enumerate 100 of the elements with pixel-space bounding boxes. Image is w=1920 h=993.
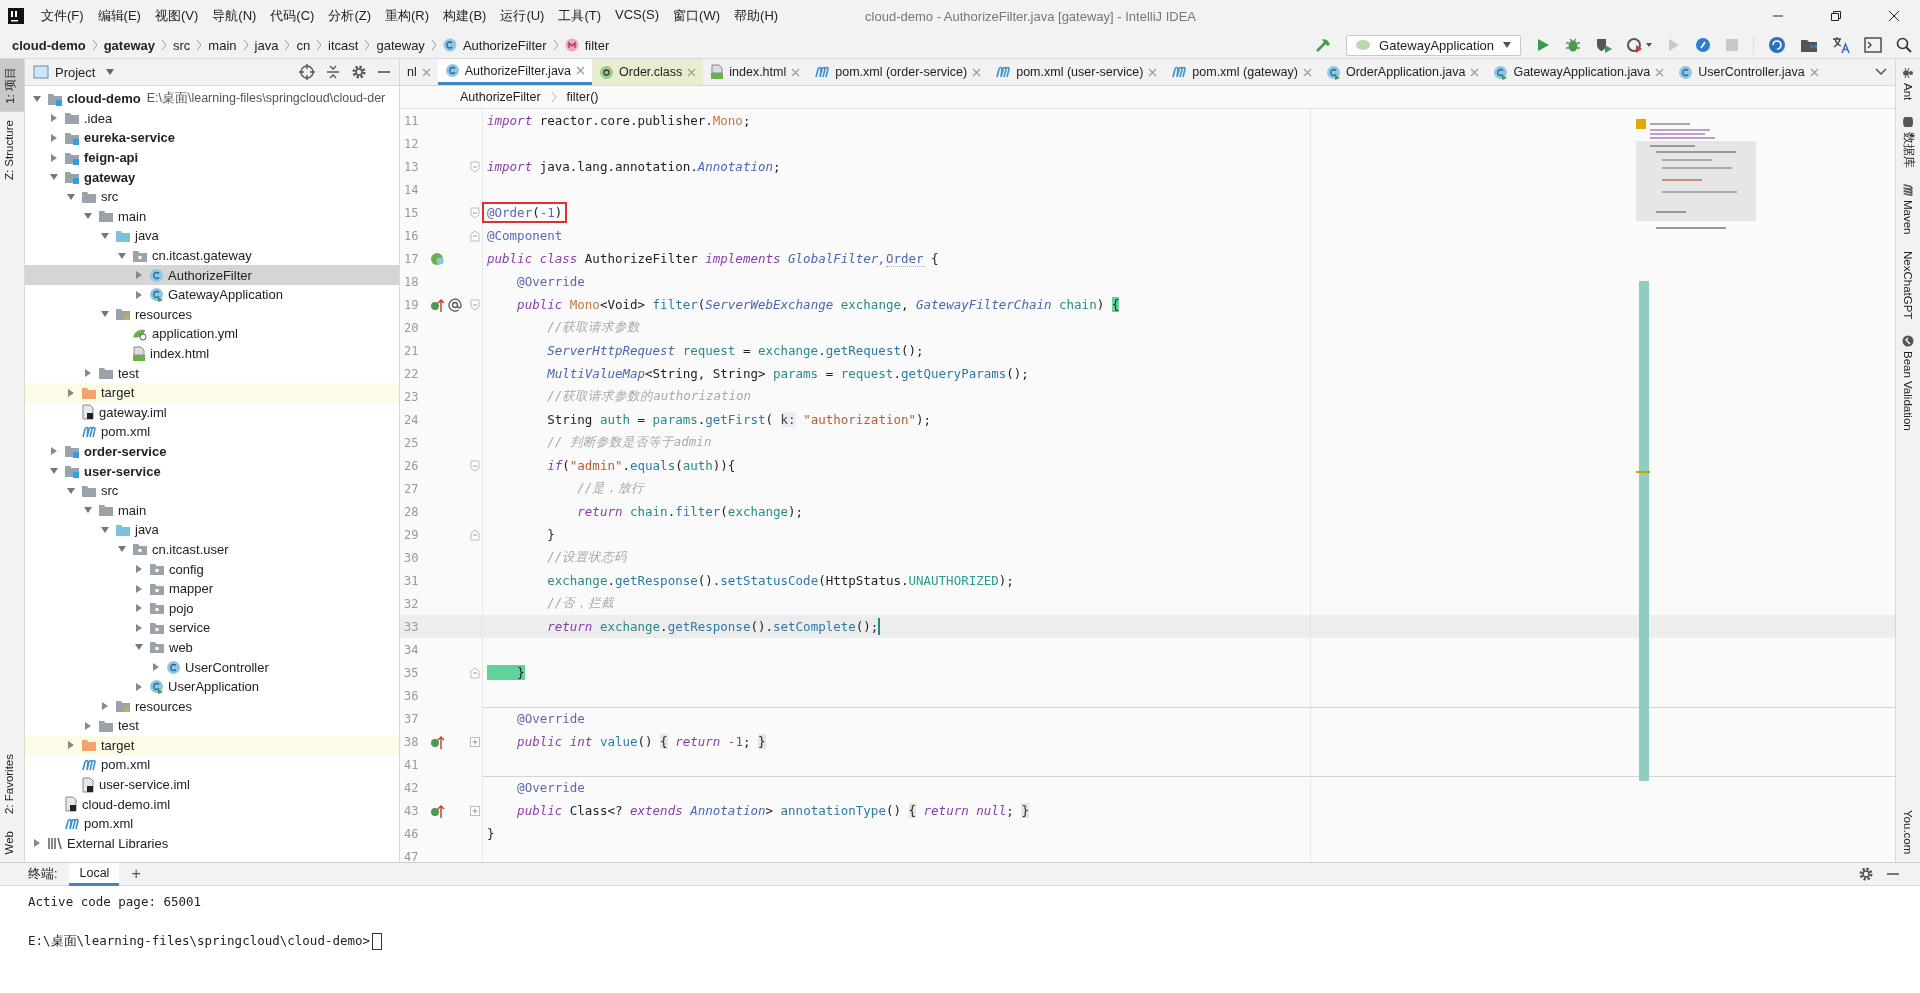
expanded-arrow-icon[interactable] [100,524,110,535]
editor-tab[interactable]: index.html [703,59,808,85]
tree-item[interactable]: eureka-service [25,128,399,148]
collapsed-arrow-icon[interactable] [83,368,93,379]
tree-item[interactable]: application.yml [25,324,399,344]
tree-item[interactable]: src [25,480,399,501]
tree-item[interactable]: cn.itcast.gateway [25,245,399,266]
tool-window-button[interactable]: Web [0,822,24,862]
terminal-tab[interactable]: Local [69,862,120,886]
hammer-icon[interactable] [1314,36,1333,54]
bug-icon[interactable] [1565,37,1581,53]
breadcrumb-item[interactable]: gateway [103,37,155,53]
fold-marker-icon[interactable] [470,160,480,173]
collapsed-arrow-icon[interactable] [134,681,144,692]
tree-item[interactable]: user-service [25,461,399,481]
menu-item[interactable]: 文件(F) [34,7,91,25]
tree-item[interactable]: cn.itcast.user [25,539,399,560]
tool-window-button[interactable]: Maven [1902,200,1914,235]
collapse-all-icon[interactable] [325,64,341,80]
tree-item[interactable]: feign-api [25,147,399,168]
tree-item[interactable]: test [25,363,399,383]
unfold-marker-icon[interactable] [470,736,480,747]
editor-tab[interactable]: AuthorizeFilter.java [437,59,593,85]
fold-marker-icon[interactable] [470,459,480,472]
editor-tab[interactable]: pom.xml (user-service) [988,59,1165,85]
panel-title[interactable]: Project [55,64,96,80]
tree-item[interactable]: src [25,186,399,207]
breadcrumb-item[interactable]: filter [584,37,610,53]
maximize-icon[interactable] [1830,10,1842,22]
breadcrumb-item[interactable]: cn [296,37,311,53]
tree-item[interactable]: gateway.iml [25,402,399,423]
shield-run-icon[interactable] [1595,37,1613,53]
menu-item[interactable]: 工具(T) [551,7,609,25]
attach-icon[interactable] [1695,37,1711,53]
tree-item[interactable]: .idea [25,108,399,129]
dropdown-caret-icon[interactable] [105,68,116,76]
tree-item[interactable]: user-service.iml [25,774,399,795]
tree-item[interactable]: pom.xml [25,755,399,775]
editor-tab[interactable]: pom.xml (gateway) [1164,59,1319,85]
profiler-icon[interactable] [1627,37,1653,53]
fold-marker-icon[interactable] [470,528,480,541]
new-tab-button[interactable]: + [131,865,141,883]
tool-window-button[interactable]: 数据库 [1900,132,1916,169]
tool-window-button[interactable]: NexChatGPT [1902,250,1914,320]
menu-item[interactable]: 编辑(E) [90,7,148,25]
tree-item[interactable]: config [25,559,399,579]
close-icon[interactable] [1888,10,1900,22]
tool-window-button[interactable]: Bean Validation [1902,351,1914,431]
expanded-arrow-icon[interactable] [100,230,110,241]
breadcrumb-item[interactable]: cloud-demo [12,37,86,53]
collapsed-arrow-icon[interactable] [100,701,110,712]
tool-window-button[interactable]: 2: Favorites [0,746,24,823]
tree-item[interactable]: pom.xml [25,422,399,442]
tree-item[interactable]: GatewayApplication [25,284,399,305]
collapsed-arrow-icon[interactable] [134,603,144,614]
collapsed-arrow-icon[interactable] [134,564,144,575]
translate-icon[interactable] [1832,36,1850,54]
collapsed-arrow-icon[interactable] [49,152,59,163]
collapsed-arrow-icon[interactable] [134,289,144,300]
tree-item[interactable]: UserApplication [25,676,399,697]
collapsed-arrow-icon[interactable] [49,133,59,143]
breadcrumb-item[interactable]: itcast [328,37,359,53]
editor-tab[interactable]: OrderApplication.java [1318,59,1487,85]
expanded-arrow-icon[interactable] [117,250,127,261]
tree-item[interactable]: cloud-demo E:\桌面\learning-files\springcloud\cloud-der [25,89,399,109]
breadcrumb-item[interactable]: java [254,37,279,53]
menu-item[interactable]: 重构(R) [378,7,437,25]
run-icon[interactable] [1535,37,1551,53]
tree-item[interactable]: pojo [25,598,399,619]
settings-icon[interactable] [1858,866,1874,882]
settings-icon[interactable] [351,64,367,80]
tab-list-caret-icon[interactable] [1875,68,1887,76]
breadcrumb-item[interactable]: src [173,37,191,53]
search-icon[interactable] [1896,37,1912,53]
tree-item[interactable]: java [25,226,399,246]
collapsed-arrow-icon[interactable] [66,387,76,398]
menu-item[interactable]: 导航(N) [205,7,264,25]
tree-item[interactable]: resources [25,696,399,716]
menu-item[interactable]: 视图(V) [147,7,206,25]
locate-icon[interactable] [299,64,315,80]
breadcrumb-item[interactable]: AuthorizeFilter [460,90,541,104]
at-sign-icon[interactable] [448,297,462,312]
tree-item[interactable]: gateway [25,167,399,187]
tree-item[interactable]: web [25,637,399,658]
tree-item[interactable]: target [25,382,399,403]
unfold-marker-icon[interactable] [470,805,480,816]
menu-item[interactable]: 代码(C) [263,7,322,25]
tree-item[interactable]: index.html [25,343,399,364]
terminal-window-icon[interactable] [1864,37,1882,53]
implements-arrow-icon[interactable] [430,296,446,313]
tree-item[interactable]: resources [25,304,399,325]
collapsed-arrow-icon[interactable] [83,720,93,731]
bean-icon[interactable] [430,250,446,267]
dropdown-caret-icon[interactable] [1502,41,1512,49]
collapsed-arrow-icon[interactable] [134,622,144,633]
tree-item[interactable]: cloud-demo.iml [25,794,399,814]
fold-marker-icon[interactable] [470,298,480,311]
menu-item[interactable]: VCS(S) [608,7,667,25]
menu-item[interactable]: 构建(B) [436,7,494,25]
tree-item[interactable]: test [25,716,399,736]
